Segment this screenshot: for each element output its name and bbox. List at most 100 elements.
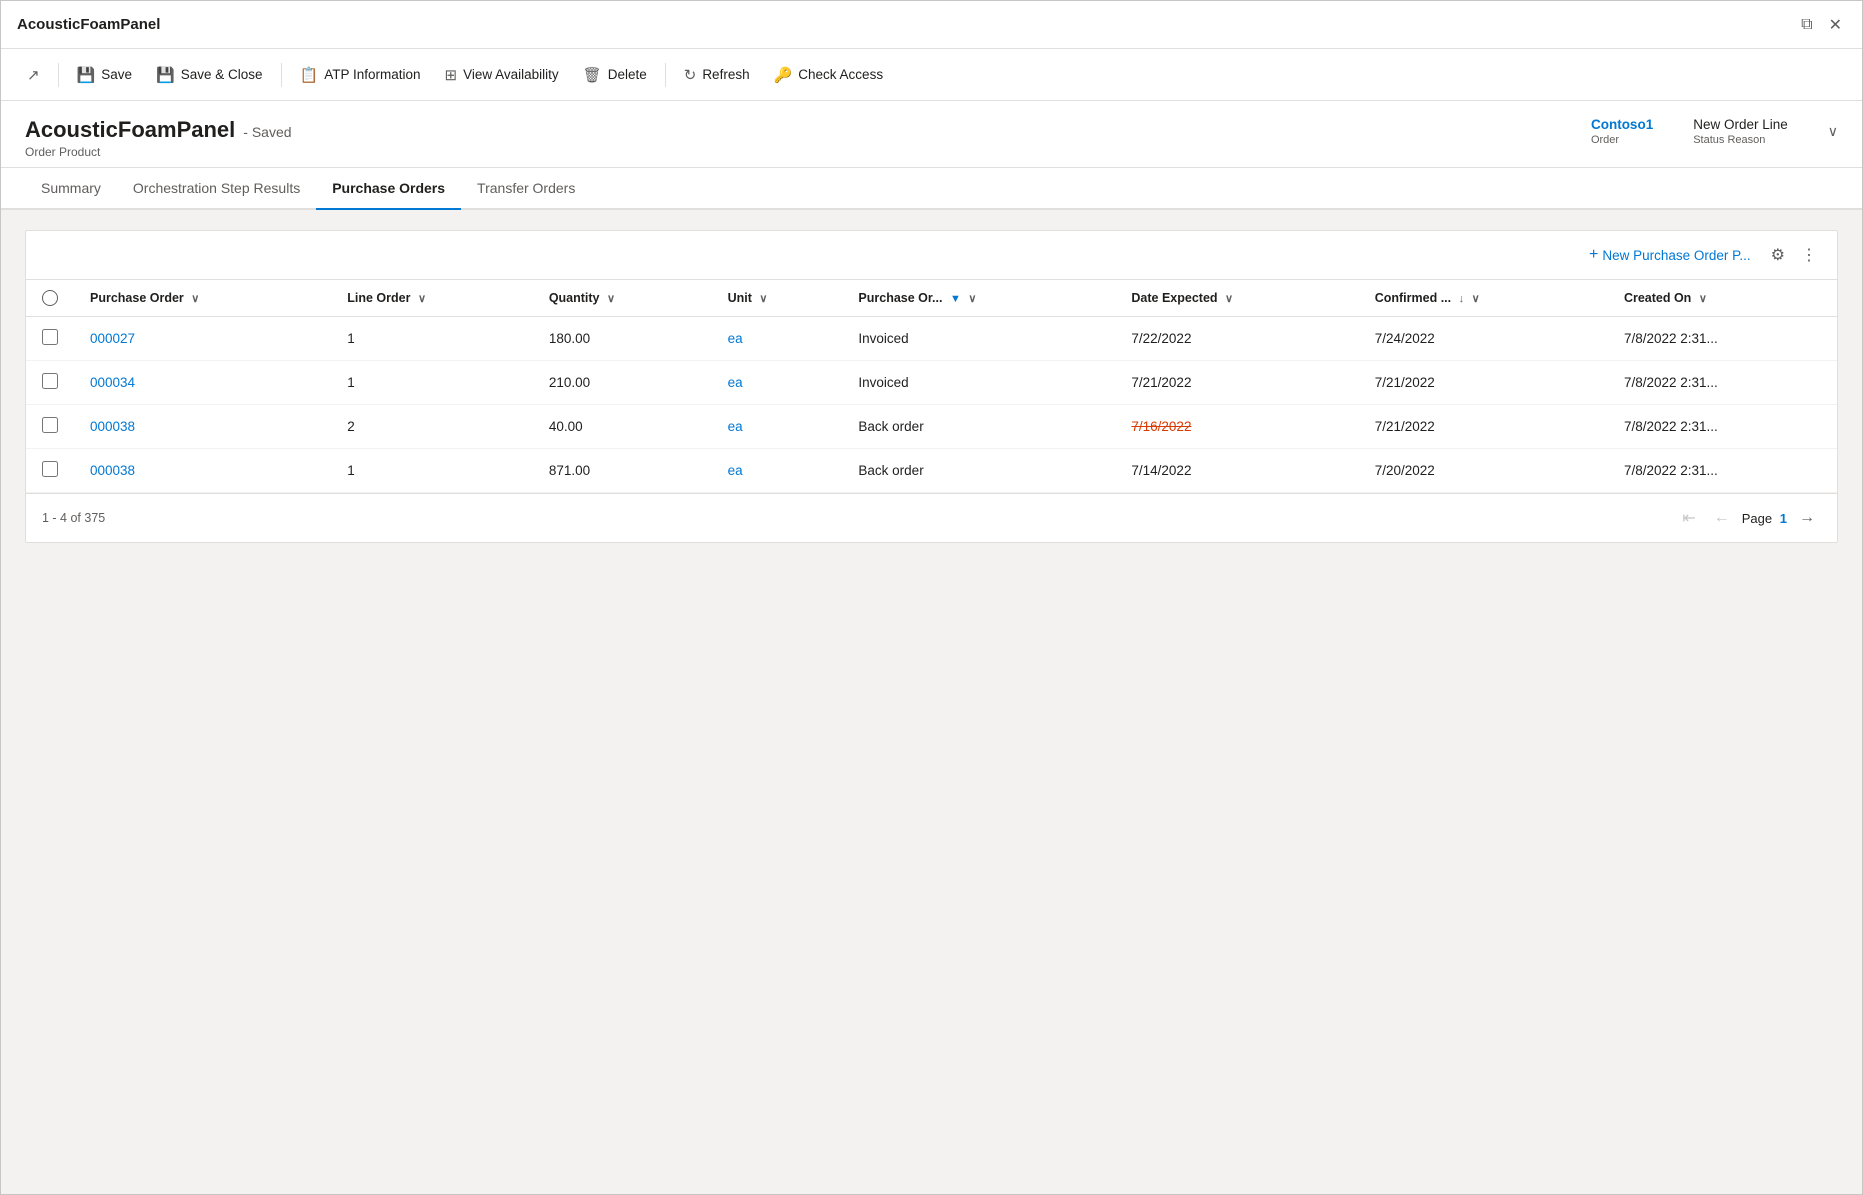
row-select-checkbox[interactable] bbox=[42, 373, 58, 389]
record-header: AcousticFoamPanel - Saved Order Product … bbox=[1, 101, 1862, 168]
col-label-quantity: Quantity bbox=[549, 291, 600, 305]
table-row: 0000381871.00eaBack order7/14/20227/20/2… bbox=[26, 449, 1837, 493]
quantity-value: 40.00 bbox=[533, 405, 712, 449]
status-label: Status Reason bbox=[1693, 134, 1788, 146]
save-close-button[interactable]: 💾 Save & Close bbox=[146, 60, 272, 90]
tabs: Summary Orchestration Step Results Purch… bbox=[1, 168, 1862, 210]
confirmed-value: 7/24/2022 bbox=[1359, 317, 1608, 361]
save-button[interactable]: 💾 Save bbox=[67, 60, 142, 90]
page-number: 1 bbox=[1780, 511, 1787, 526]
purchase-order-link[interactable]: 000038 bbox=[74, 449, 331, 493]
close-button[interactable]: ✕ bbox=[1825, 11, 1846, 39]
created-on-value: 7/8/2022 2:31... bbox=[1608, 449, 1837, 493]
view-availability-button[interactable]: ⊞ View Availability bbox=[435, 60, 569, 90]
table-header-row: Purchase Order ∨ Line Order ∨ Quantity ∨ bbox=[26, 280, 1837, 317]
order-label: Order bbox=[1591, 134, 1653, 146]
delete-label: Delete bbox=[608, 67, 647, 82]
filter-icon-status: ▼ bbox=[950, 293, 961, 305]
unit-value[interactable]: ea bbox=[712, 361, 843, 405]
settings-icon[interactable]: ⚙ bbox=[1767, 241, 1789, 269]
unit-value[interactable]: ea bbox=[712, 405, 843, 449]
col-header-quantity[interactable]: Quantity ∨ bbox=[533, 280, 712, 317]
grid-container: + New Purchase Order P... ⚙ ⋮ Purchase O… bbox=[25, 230, 1838, 543]
date-expected-value: 7/14/2022 bbox=[1115, 449, 1358, 493]
line-order-value: 1 bbox=[331, 449, 533, 493]
refresh-button[interactable]: ↻ Refresh bbox=[674, 60, 760, 90]
record-subtitle: Order Product bbox=[25, 145, 292, 159]
select-all-checkbox[interactable] bbox=[42, 290, 58, 306]
col-header-unit[interactable]: Unit ∨ bbox=[712, 280, 843, 317]
window-title: AcousticFoamPanel bbox=[17, 16, 160, 33]
sort-icon-status: ∨ bbox=[968, 293, 976, 305]
row-select-checkbox[interactable] bbox=[42, 417, 58, 433]
col-label-created-on: Created On bbox=[1624, 291, 1691, 305]
first-page-button[interactable]: ⇤ bbox=[1676, 506, 1701, 530]
purchase-order-link[interactable]: 000034 bbox=[74, 361, 331, 405]
chevron-down-icon[interactable]: ∨ bbox=[1828, 123, 1838, 140]
quantity-value: 180.00 bbox=[533, 317, 712, 361]
content-area: + New Purchase Order P... ⚙ ⋮ Purchase O… bbox=[1, 210, 1862, 1194]
select-all-cell[interactable] bbox=[26, 280, 74, 317]
tab-purchase-orders[interactable]: Purchase Orders bbox=[316, 168, 461, 210]
line-order-value: 1 bbox=[331, 317, 533, 361]
prev-page-button[interactable]: ← bbox=[1708, 507, 1736, 529]
save-close-label: Save & Close bbox=[181, 67, 263, 82]
tab-transfer-orders[interactable]: Transfer Orders bbox=[461, 168, 591, 210]
purchase-order-link[interactable]: 000027 bbox=[74, 317, 331, 361]
check-access-button[interactable]: 🔑 Check Access bbox=[764, 60, 893, 90]
new-purchase-order-button[interactable]: + New Purchase Order P... bbox=[1581, 242, 1759, 268]
created-on-value: 7/8/2022 2:31... bbox=[1608, 405, 1837, 449]
col-header-created-on[interactable]: Created On ∨ bbox=[1608, 280, 1837, 317]
col-header-confirmed[interactable]: Confirmed ... ↓ ∨ bbox=[1359, 280, 1608, 317]
col-label-date-expected: Date Expected bbox=[1131, 291, 1217, 305]
next-page-button[interactable]: → bbox=[1793, 507, 1821, 529]
row-select-checkbox[interactable] bbox=[42, 461, 58, 477]
page-text: Page bbox=[1742, 511, 1772, 526]
more-options-icon[interactable]: ⋮ bbox=[1797, 241, 1821, 269]
grid-footer: 1 - 4 of 375 ⇤ ← Page 1 → bbox=[26, 493, 1837, 542]
atp-icon: 📋 bbox=[300, 66, 319, 84]
row-select-checkbox[interactable] bbox=[42, 329, 58, 345]
check-access-icon: 🔑 bbox=[774, 66, 793, 84]
col-header-line-order[interactable]: Line Order ∨ bbox=[331, 280, 533, 317]
purchase-order-link[interactable]: 000038 bbox=[74, 405, 331, 449]
col-header-date-expected[interactable]: Date Expected ∨ bbox=[1115, 280, 1358, 317]
sort-icon-confirmed-desc: ↓ bbox=[1459, 293, 1465, 305]
view-availability-label: View Availability bbox=[463, 67, 559, 82]
col-label-confirmed: Confirmed ... bbox=[1375, 291, 1451, 305]
col-label-status: Purchase Or... bbox=[858, 291, 942, 305]
sort-icon-confirmed: ∨ bbox=[1472, 293, 1480, 305]
atp-label: ATP Information bbox=[324, 67, 420, 82]
order-meta-item: Contoso1 Order bbox=[1591, 117, 1653, 146]
unit-value[interactable]: ea bbox=[712, 317, 843, 361]
status-value: New Order Line bbox=[1693, 117, 1788, 132]
save-icon: 💾 bbox=[77, 66, 96, 84]
unit-value[interactable]: ea bbox=[712, 449, 843, 493]
tab-summary[interactable]: Summary bbox=[25, 168, 117, 210]
restore-button[interactable]: ⧉ bbox=[1797, 11, 1816, 39]
window-controls: ⧉ ✕ bbox=[1797, 11, 1846, 39]
table-row: 0000341210.00eaInvoiced7/21/20227/21/202… bbox=[26, 361, 1837, 405]
status-value: Invoiced bbox=[842, 317, 1115, 361]
status-value: Back order bbox=[842, 405, 1115, 449]
created-on-value: 7/8/2022 2:31... bbox=[1608, 361, 1837, 405]
col-label-purchase-order: Purchase Order bbox=[90, 291, 184, 305]
atp-information-button[interactable]: 📋 ATP Information bbox=[290, 60, 431, 90]
view-availability-icon: ⊞ bbox=[445, 66, 458, 84]
open-new-window-button[interactable]: ↗ bbox=[17, 60, 50, 90]
sort-icon-unit: ∨ bbox=[759, 293, 767, 305]
quantity-value: 210.00 bbox=[533, 361, 712, 405]
new-purchase-order-label: New Purchase Order P... bbox=[1602, 248, 1750, 263]
col-label-line-order: Line Order bbox=[347, 291, 410, 305]
toolbar: ↗ 💾 Save 💾 Save & Close 📋 ATP Informatio… bbox=[1, 49, 1862, 101]
purchase-orders-table: Purchase Order ∨ Line Order ∨ Quantity ∨ bbox=[26, 280, 1837, 493]
record-title: AcousticFoamPanel bbox=[25, 117, 235, 143]
col-label-unit: Unit bbox=[728, 291, 752, 305]
delete-button[interactable]: 🗑 Delete bbox=[573, 60, 657, 90]
line-order-value: 2 bbox=[331, 405, 533, 449]
tab-orchestration[interactable]: Orchestration Step Results bbox=[117, 168, 316, 210]
col-header-purchase-order[interactable]: Purchase Order ∨ bbox=[74, 280, 331, 317]
order-value[interactable]: Contoso1 bbox=[1591, 117, 1653, 132]
delete-icon: 🗑 bbox=[583, 66, 602, 84]
col-header-status[interactable]: Purchase Or... ▼ ∨ bbox=[842, 280, 1115, 317]
